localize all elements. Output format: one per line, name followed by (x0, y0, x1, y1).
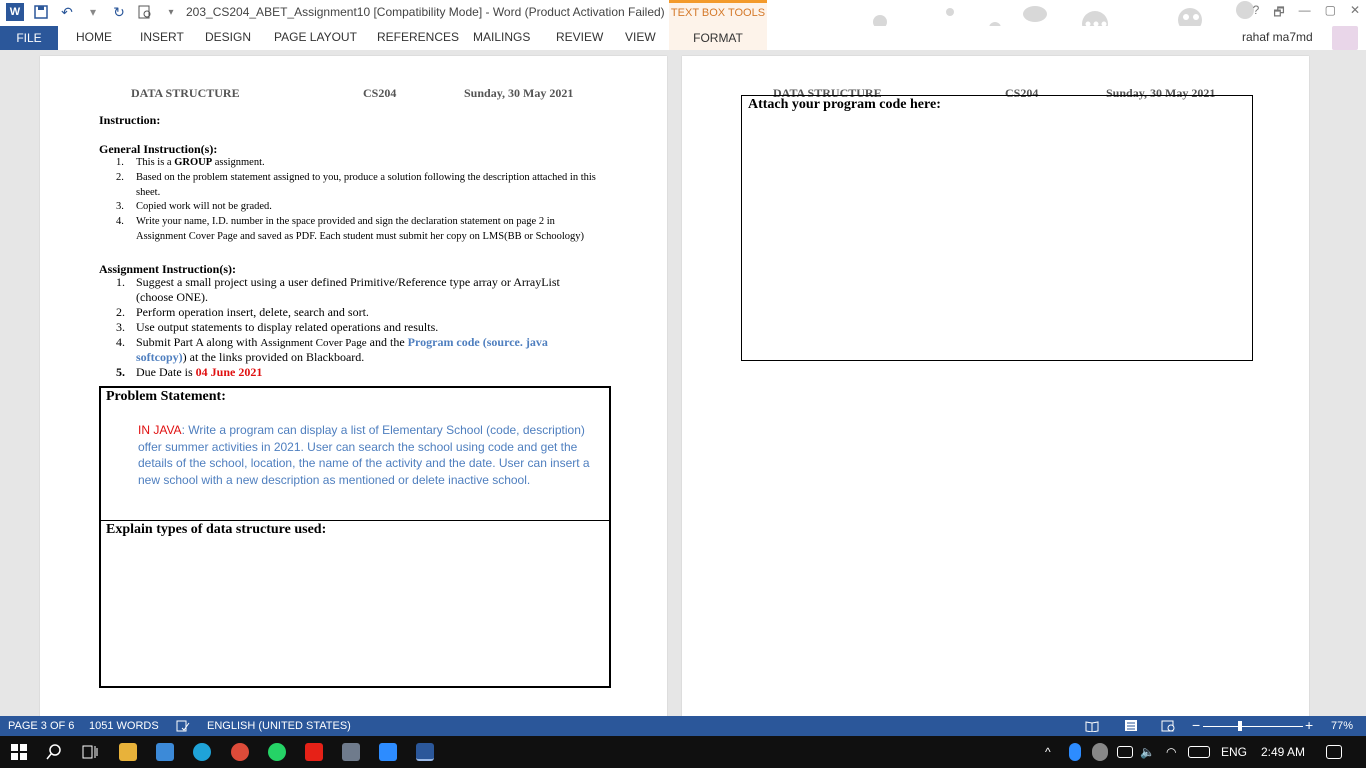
document-title: 203_CS204_ABET_Assignment10 [Compatibili… (186, 5, 665, 19)
battery-icon[interactable] (1117, 746, 1133, 758)
windows-start-icon[interactable] (10, 743, 28, 761)
list-item: 3. Copied work will not be graded. (116, 201, 272, 213)
status-bar: PAGE 3 OF 6 1051 WORDS ENGLISH (UNITED S… (0, 716, 1366, 736)
help-icon[interactable]: ? (1253, 3, 1260, 24)
youtube-icon[interactable] (305, 743, 323, 761)
redo-icon[interactable]: ▾ (84, 3, 102, 21)
box-divider (101, 520, 609, 521)
repeat-icon[interactable]: ↻ (110, 3, 128, 21)
header-date: Sunday, 30 May 2021 (464, 86, 574, 100)
print-preview-icon[interactable] (136, 3, 154, 21)
chrome-icon[interactable] (231, 743, 249, 761)
customize-toolbar-icon[interactable]: ▾ (162, 3, 180, 21)
zoom-level[interactable]: 77% (1331, 720, 1353, 732)
text-box-tools-group: TEXT BOX TOOLS (669, 0, 767, 26)
problem-statement-text-box[interactable]: Problem Statement: IN JAVA: Write a prog… (99, 386, 611, 688)
list-item: 4. Write your name, I.D. number in the s… (116, 216, 584, 242)
close-icon[interactable]: ✕ (1350, 3, 1360, 24)
program-code-text-box[interactable]: Attach your program code here: (741, 95, 1253, 361)
pen-app-icon[interactable] (342, 743, 360, 761)
file-explorer-icon[interactable] (119, 743, 137, 761)
zoom-app-icon[interactable] (379, 743, 397, 761)
list-item: 2. Based on the problem statement assign… (116, 171, 596, 198)
list-item: 3. Use output statements to display rela… (116, 319, 439, 334)
user-account-name[interactable]: rahaf ma7md (1242, 30, 1313, 44)
explain-data-structure-title: Explain types of data structure used: (106, 522, 327, 537)
tab-home[interactable]: HOME (76, 30, 112, 44)
zoom-in-icon[interactable]: + (1305, 717, 1313, 733)
search-icon[interactable] (45, 743, 63, 761)
read-mode-icon[interactable] (1085, 720, 1099, 735)
text-box-tools-label: TEXT BOX TOOLS (670, 7, 766, 19)
list-item: 4. Submit Part A along with Assignment C… (116, 334, 548, 365)
input-language[interactable]: ENG (1221, 745, 1247, 759)
zoom-slider-thumb[interactable] (1238, 721, 1242, 731)
edge-browser-icon[interactable] (193, 743, 211, 761)
microsoft-store-icon[interactable] (156, 743, 174, 761)
word-taskbar-icon[interactable] (416, 743, 434, 761)
save-icon[interactable] (32, 3, 50, 21)
window-controls: ? 🗗 — ▢ ✕ (1253, 3, 1360, 24)
tab-page-layout[interactable]: PAGE LAYOUT (274, 30, 357, 44)
tab-references[interactable]: REFERENCES (377, 30, 459, 44)
language-indicator[interactable]: ENGLISH (UNITED STATES) (207, 720, 351, 732)
quick-access-toolbar: W ↶ ▾ ↻ ▾ (6, 3, 180, 21)
tab-design[interactable]: DESIGN (205, 30, 251, 44)
word-app-icon[interactable]: W (6, 3, 24, 21)
notifications-icon[interactable] (1326, 745, 1342, 759)
list-item: 5. Due Date is 04 June 2021 (116, 365, 263, 379)
word-count[interactable]: 1051 WORDS (89, 720, 159, 732)
bluetooth-icon[interactable] (1069, 743, 1081, 761)
tab-view[interactable]: VIEW (625, 30, 656, 44)
assignment-instructions-list: 1. Suggest a small project using a user … (116, 275, 586, 380)
onedrive-icon[interactable] (1092, 743, 1108, 761)
whatsapp-icon[interactable] (268, 743, 286, 761)
avatar[interactable] (1332, 26, 1358, 50)
minimize-icon[interactable]: — (1299, 3, 1311, 24)
general-instructions-list: 1. This is a GROUP assignment. 2. Based … (116, 156, 604, 245)
keyboard-icon[interactable] (1188, 746, 1210, 758)
header-course-code: CS204 (363, 86, 397, 100)
document-canvas[interactable]: DATA STRUCTURE CS204 Sunday, 30 May 2021… (0, 50, 1366, 716)
problem-statement-title: Problem Statement: (106, 389, 226, 404)
undo-icon[interactable]: ↶ (58, 3, 76, 21)
problem-statement-text[interactable]: IN JAVA: Write a program can display a l… (138, 422, 608, 488)
windows-taskbar: ^ 🔈 ◠ ENG 2:49 AM (0, 736, 1366, 768)
tab-file[interactable]: FILE (0, 26, 58, 50)
tab-mailings[interactable]: MAILINGS (473, 30, 530, 44)
tab-insert[interactable]: INSERT (140, 30, 184, 44)
tab-format[interactable]: FORMAT (669, 26, 767, 50)
web-layout-icon[interactable] (1161, 720, 1175, 735)
general-instructions-heading: General Instruction(s): (99, 142, 218, 156)
list-item: 1. This is a GROUP assignment. (116, 157, 265, 168)
title-bar: W ↶ ▾ ↻ ▾ 203_CS204_ABET_Assignment10 [C… (0, 0, 1366, 43)
zoom-slider[interactable] (1203, 726, 1303, 727)
wifi-icon[interactable]: ◠ (1166, 745, 1176, 759)
show-hidden-icons-icon[interactable]: ^ (1045, 745, 1051, 759)
instruction-heading: Instruction: (99, 113, 161, 127)
ribbon-tabs: FILE HOME INSERT DESIGN PAGE LAYOUT REFE… (0, 26, 1366, 50)
list-item: 2. Perform operation insert, delete, sea… (116, 304, 369, 319)
proofing-icon[interactable] (176, 720, 190, 735)
zoom-out-icon[interactable]: − (1192, 717, 1200, 733)
ribbon-display-options-icon[interactable]: 🗗 (1273, 3, 1284, 24)
clock-time[interactable]: 2:49 AM (1261, 745, 1305, 759)
header-course-name: DATA STRUCTURE (131, 86, 240, 100)
document-page-4[interactable]: DATA STRUCTURE CS204 Sunday, 30 May 2021… (682, 56, 1309, 716)
print-layout-icon[interactable] (1124, 719, 1138, 735)
task-view-icon[interactable] (81, 743, 99, 761)
maximize-icon[interactable]: ▢ (1325, 3, 1336, 24)
page-count[interactable]: PAGE 3 OF 6 (8, 720, 74, 732)
attach-code-title: Attach your program code here: (748, 97, 941, 112)
list-item: 1. Suggest a small project using a user … (116, 275, 560, 304)
tab-review[interactable]: REVIEW (556, 30, 603, 44)
document-page-3[interactable]: DATA STRUCTURE CS204 Sunday, 30 May 2021… (40, 56, 667, 716)
volume-icon[interactable]: 🔈 (1140, 745, 1155, 759)
